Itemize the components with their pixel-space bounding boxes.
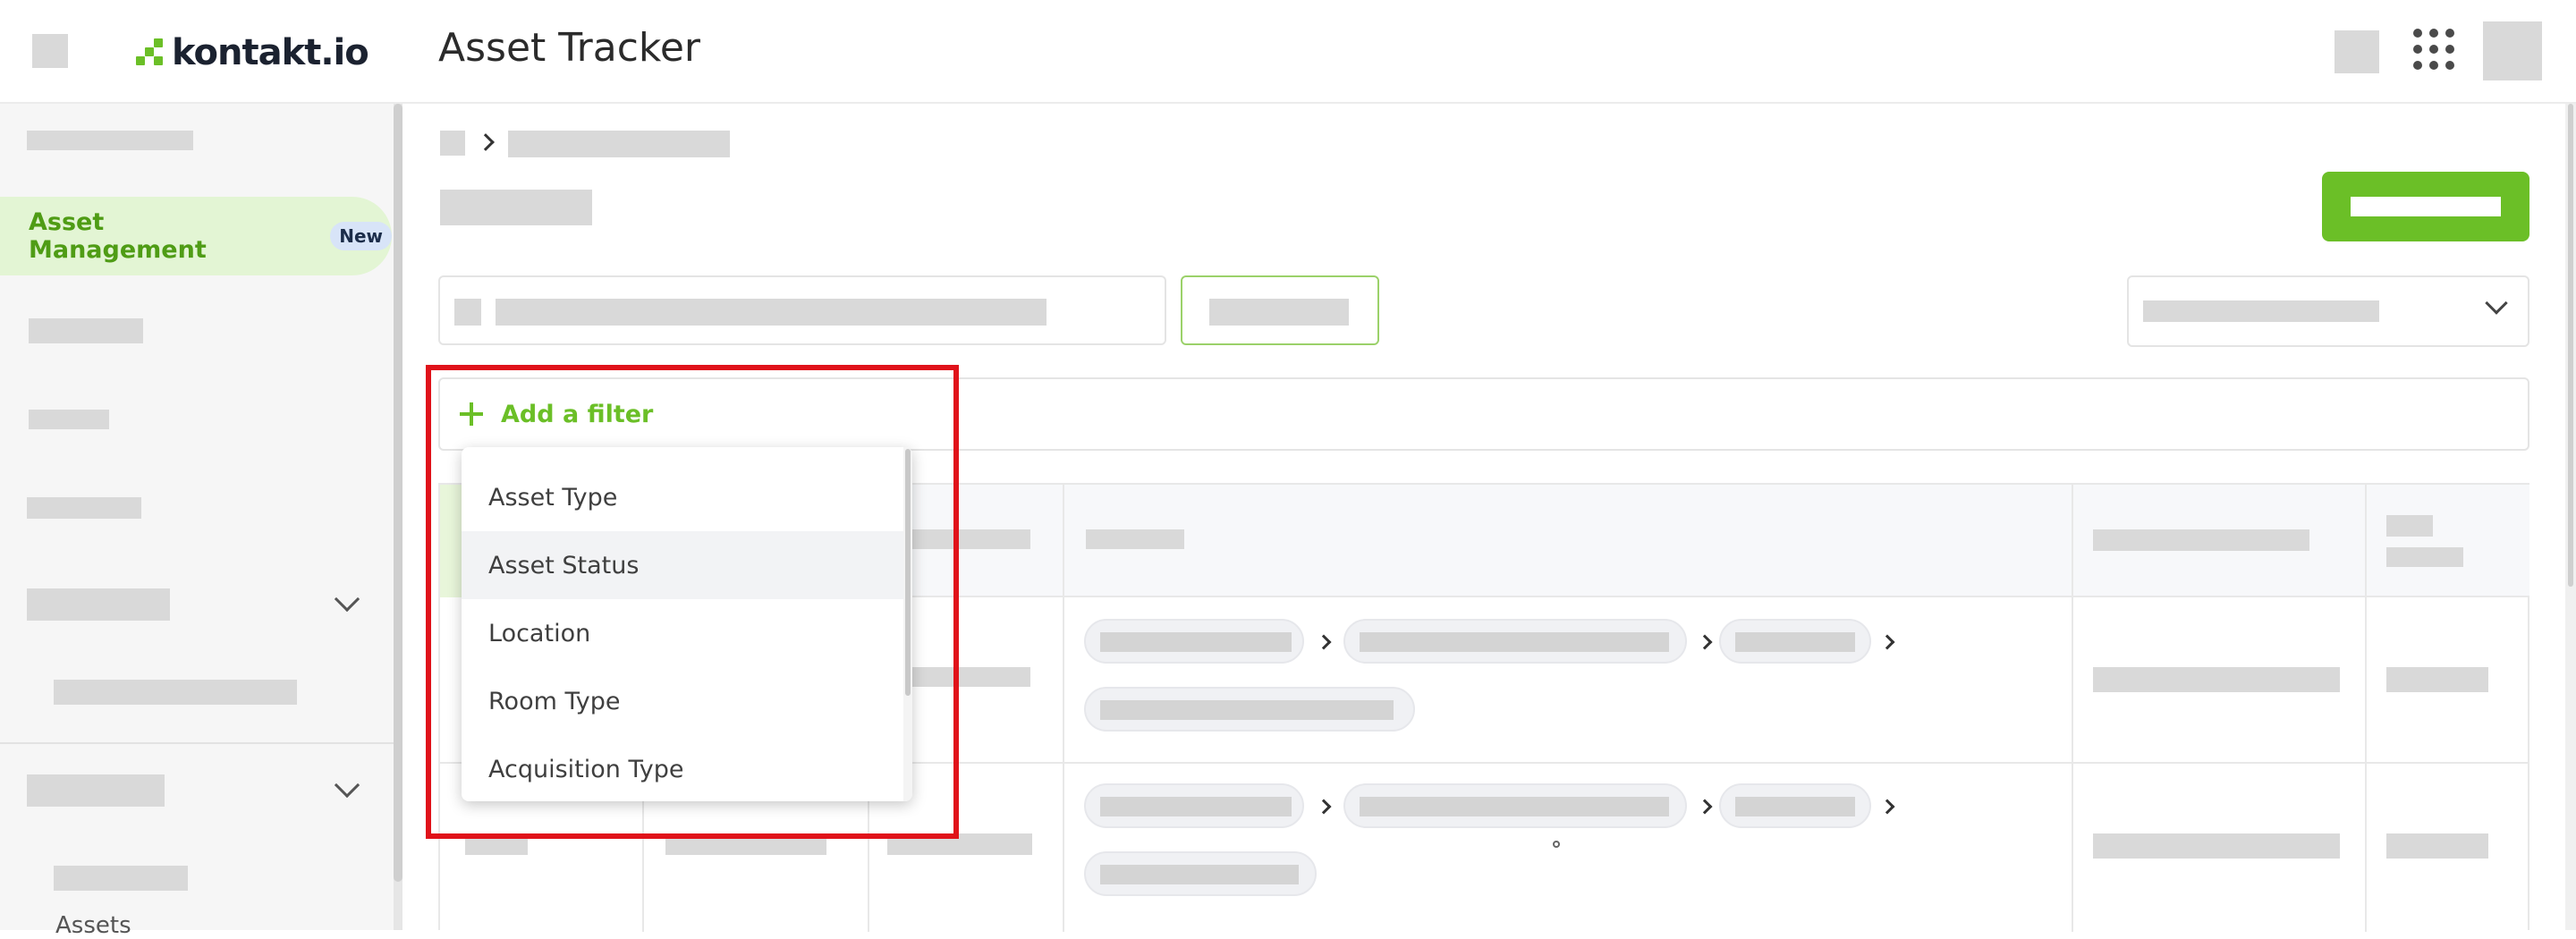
- page-title: [440, 190, 592, 225]
- sidebar-group-placeholder[interactable]: [27, 588, 170, 621]
- filter-option-asset-status[interactable]: Asset Status: [462, 531, 903, 599]
- kontakt-logo[interactable]: kontakt.io: [136, 30, 369, 75]
- sidebar-item-placeholder[interactable]: [29, 410, 109, 429]
- column-header[interactable]: [1086, 529, 1184, 549]
- chevron-right-icon: [477, 133, 495, 151]
- cell-placeholder: [665, 835, 826, 855]
- column-divider: [2365, 485, 2367, 932]
- filter-option-location[interactable]: Location: [462, 599, 903, 667]
- search-input[interactable]: [438, 275, 1166, 345]
- apps-grid-icon[interactable]: [2413, 29, 2454, 70]
- cell-placeholder: [2093, 667, 2340, 692]
- select-value: [2143, 300, 2379, 322]
- filter-option-acquisition-type[interactable]: Acquisition Type: [462, 735, 903, 801]
- location-chip: [1719, 619, 1871, 664]
- plus-icon: [460, 402, 483, 426]
- location-chip: [1343, 783, 1687, 828]
- column-header[interactable]: [2386, 547, 2463, 567]
- sidebar-subitem-placeholder[interactable]: [54, 866, 188, 891]
- menu-icon[interactable]: [32, 34, 68, 68]
- user-avatar[interactable]: [2483, 21, 2542, 80]
- location-chip: [1084, 619, 1304, 664]
- chevron-right-icon: [1316, 799, 1332, 815]
- sidebar-group-placeholder[interactable]: [27, 774, 165, 807]
- sidebar-item-placeholder[interactable]: [27, 131, 193, 150]
- cell-placeholder: [465, 835, 528, 855]
- column-header[interactable]: [2386, 515, 2433, 537]
- add-filter-label: Add a filter: [501, 400, 654, 428]
- chevron-right-icon: [1697, 799, 1713, 815]
- sidebar-item-placeholder[interactable]: [29, 318, 143, 343]
- breadcrumb-current: [508, 131, 730, 157]
- filter-option-room-type[interactable]: Room Type: [462, 667, 903, 735]
- header-accent: [440, 485, 462, 597]
- cell-placeholder: [2386, 833, 2488, 859]
- view-select[interactable]: [2127, 275, 2529, 347]
- app-header: kontakt.io Asset Tracker: [0, 0, 2576, 104]
- sidebar-item-asset-management[interactable]: Asset Management New: [0, 197, 392, 275]
- notification-icon[interactable]: [2334, 30, 2379, 73]
- sidebar-scrollbar[interactable]: [394, 104, 402, 930]
- app-title: Asset Tracker: [438, 25, 700, 71]
- column-divider: [2072, 485, 2073, 932]
- sidebar-item-label: Asset Management: [29, 208, 207, 264]
- logo-mark-icon: [136, 38, 165, 67]
- search-placeholder: [496, 299, 1046, 326]
- sidebar-subitem-placeholder[interactable]: [54, 680, 297, 705]
- dropdown-scrollbar[interactable]: [903, 447, 912, 801]
- location-chip: [1084, 851, 1317, 896]
- logo-text: kontakt.io: [172, 32, 369, 73]
- mouse-cursor: [1553, 841, 1560, 848]
- cell-placeholder: [2093, 833, 2340, 859]
- search-icon: [454, 299, 481, 326]
- filter-dropdown: Asset Type Asset Status Location Room Ty…: [462, 447, 912, 801]
- main-scrollbar[interactable]: [2565, 104, 2576, 930]
- location-chip: [1084, 783, 1304, 828]
- secondary-button[interactable]: [1181, 275, 1379, 345]
- column-header[interactable]: [2093, 529, 2309, 551]
- primary-action-button[interactable]: [2322, 172, 2529, 241]
- filter-option-asset-type[interactable]: Asset Type: [462, 463, 903, 531]
- chevron-down-icon[interactable]: [334, 586, 360, 613]
- sidebar-divider: [0, 742, 394, 744]
- breadcrumb-home[interactable]: [440, 131, 465, 156]
- add-filter-button[interactable]: Add a filter: [460, 397, 653, 431]
- location-chip: [1343, 619, 1687, 664]
- column-divider: [1063, 485, 1064, 932]
- chevron-right-icon: [1879, 799, 1895, 815]
- sidebar-item-placeholder[interactable]: [27, 497, 141, 519]
- chevron-right-icon: [1316, 634, 1332, 650]
- filter-bar: [438, 377, 2529, 451]
- location-chip: [1719, 783, 1871, 828]
- new-badge: New: [330, 222, 392, 250]
- sidebar-item-assets[interactable]: Assets: [55, 912, 131, 939]
- cell-placeholder: [2386, 667, 2488, 692]
- cell-placeholder: [887, 833, 1032, 855]
- chevron-down-icon[interactable]: [334, 772, 360, 799]
- chevron-right-icon: [1697, 634, 1713, 650]
- chevron-right-icon: [1879, 634, 1895, 650]
- location-chip: [1084, 687, 1415, 732]
- secondary-button-label: [1209, 299, 1349, 326]
